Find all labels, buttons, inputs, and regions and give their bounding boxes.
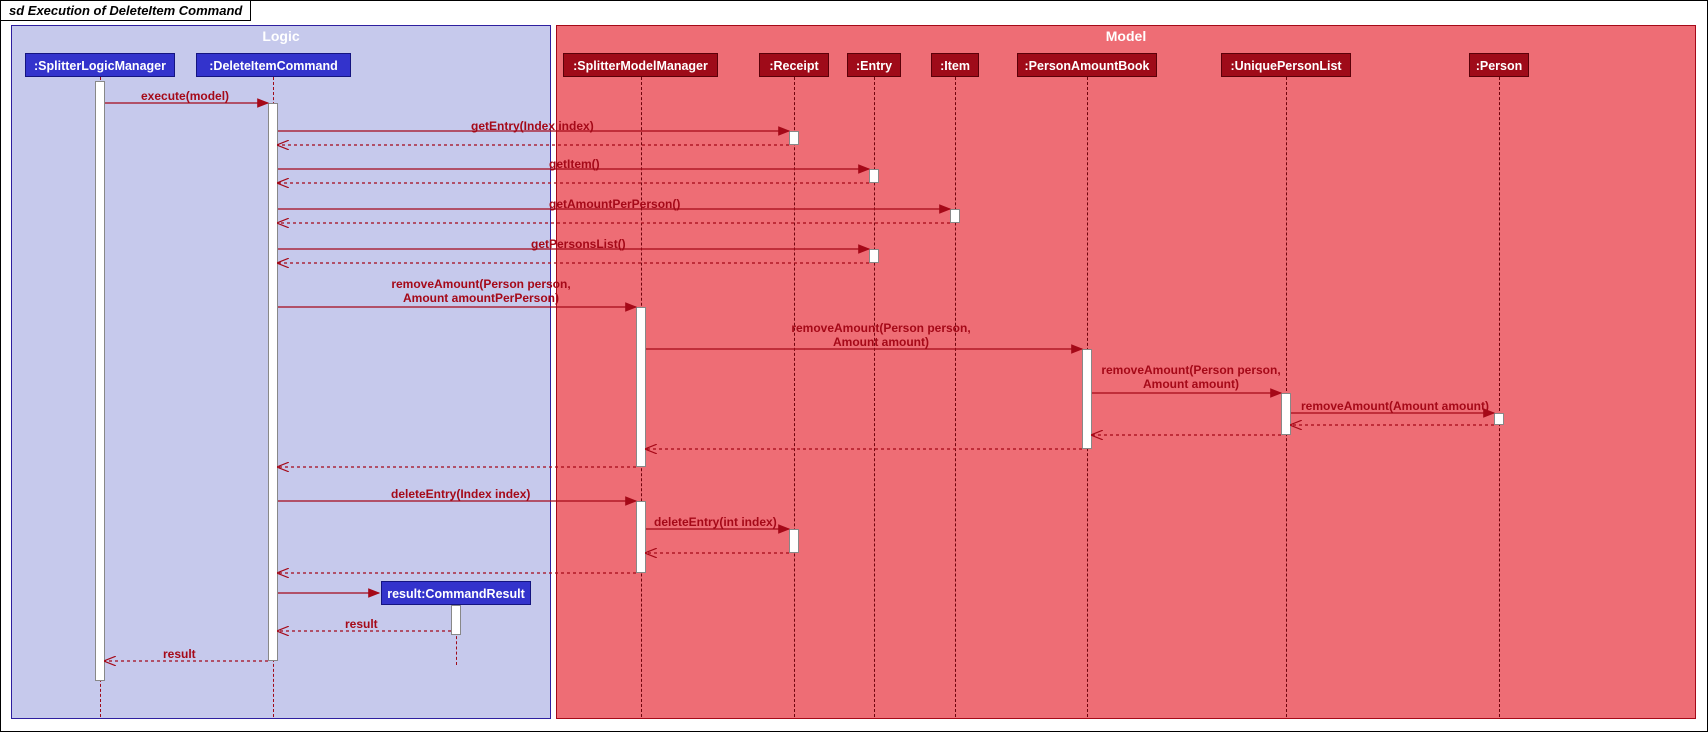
msg-result-1: result <box>345 617 378 631</box>
activation-psn <box>1494 413 1504 425</box>
participant-entry: :Entry <box>847 53 901 77</box>
participant-command-result: result:CommandResult <box>381 581 531 605</box>
lifeline-rcp <box>794 77 795 717</box>
package-logic-label: Logic <box>12 26 550 46</box>
activation-ent-2 <box>869 249 879 263</box>
activation-ent-1 <box>869 169 879 183</box>
msg-removeamount-3a: removeAmount(Person person, <box>1096 363 1286 377</box>
participant-unique-person-list: :UniquePersonList <box>1221 53 1351 77</box>
participant-person: :Person <box>1469 53 1529 77</box>
activation-dic <box>268 103 278 661</box>
activation-upl <box>1281 393 1291 435</box>
activation-smm-2 <box>636 501 646 573</box>
msg-deleteentry-1: deleteEntry(Index index) <box>391 487 530 501</box>
package-model-label: Model <box>557 26 1695 46</box>
msg-getpersons: getPersonsList() <box>531 237 626 251</box>
msg-deleteentry-2: deleteEntry(int index) <box>654 515 777 529</box>
participant-delete-item-command: :DeleteItemCommand <box>196 53 351 77</box>
msg-removeamount-1a: removeAmount(Person person, <box>371 277 591 291</box>
participant-item: :Item <box>931 53 979 77</box>
activation-smm-1 <box>636 307 646 467</box>
msg-result-2: result <box>163 647 196 661</box>
msg-removeamount-2b: Amount amount) <box>771 335 991 349</box>
activation-itm <box>950 209 960 223</box>
msg-removeamount-4: removeAmount(Amount amount) <box>1301 399 1489 413</box>
participant-splitter-model-manager: :SplitterModelManager <box>563 53 718 77</box>
participant-person-amount-book: :PersonAmountBook <box>1017 53 1157 77</box>
participant-receipt: :Receipt <box>759 53 829 77</box>
activation-rcp-2 <box>789 529 799 553</box>
msg-getitem: getItem() <box>549 157 600 171</box>
msg-removeamount-2a: removeAmount(Person person, <box>771 321 991 335</box>
lifeline-itm <box>955 77 956 717</box>
activation-slm <box>95 81 105 681</box>
lifeline-psn <box>1499 77 1500 717</box>
msg-getentry: getEntry(Index index) <box>471 119 594 133</box>
package-logic: Logic <box>11 25 551 719</box>
msg-removeamount-1b: Amount amountPerPerson) <box>371 291 591 305</box>
diagram-title: sd Execution of DeleteItem Command <box>1 1 251 21</box>
diagram-frame: sd Execution of DeleteItem Command Logic… <box>0 0 1708 732</box>
participant-splitter-logic-manager: :SplitterLogicManager <box>25 53 175 77</box>
msg-removeamount-3b: Amount amount) <box>1096 377 1286 391</box>
activation-pab <box>1082 349 1092 449</box>
msg-getamount: getAmountPerPerson() <box>549 197 680 211</box>
activation-rcp-1 <box>789 131 799 145</box>
activation-res <box>451 605 461 635</box>
msg-execute: execute(model) <box>141 89 229 103</box>
